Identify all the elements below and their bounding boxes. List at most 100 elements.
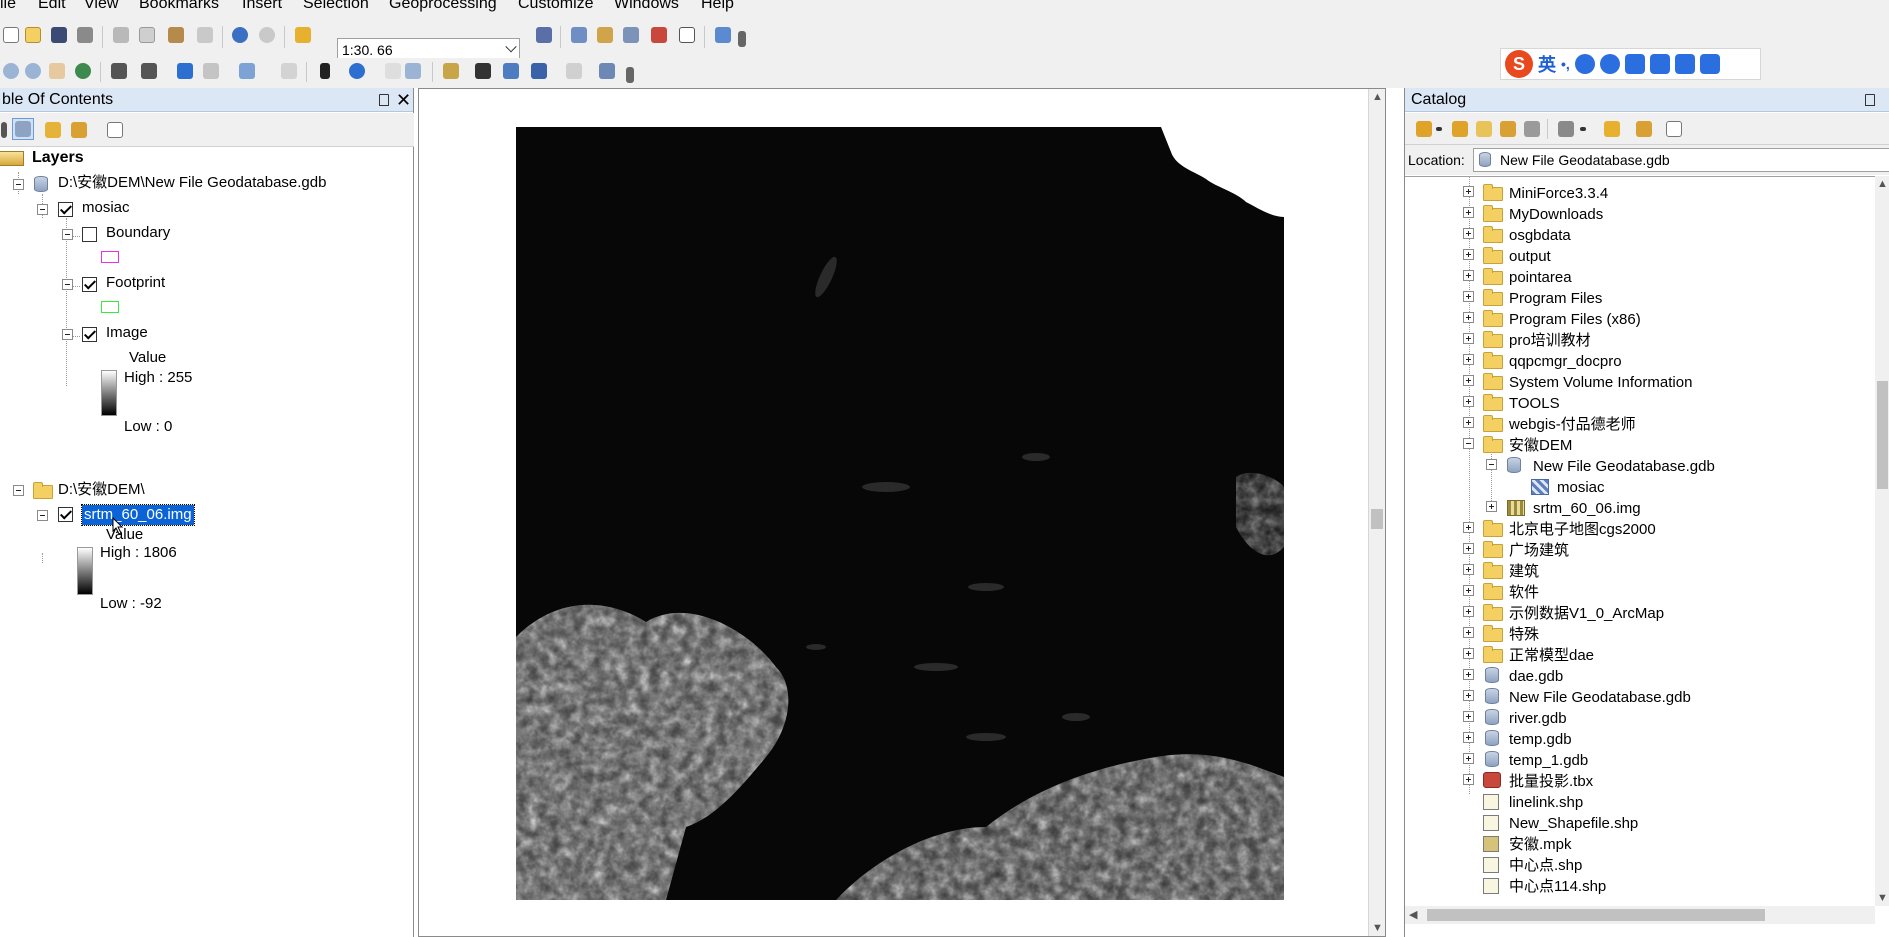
chevron-down-icon[interactable] (1433, 118, 1445, 140)
catalog-item[interactable]: 广场建筑 (1509, 540, 1569, 561)
expand-toggle[interactable] (1463, 585, 1474, 596)
list-by-order-icon[interactable] (0, 119, 8, 141)
boundary-symbol[interactable] (101, 251, 119, 263)
catalog-item[interactable]: 北京电子地图cgs2000 (1509, 519, 1656, 540)
map-vertical-scrollbar[interactable]: ▲ ▼ (1368, 89, 1385, 936)
scroll-down-icon[interactable]: ▼ (1877, 892, 1888, 904)
scroll-left-icon[interactable]: ◀ (1409, 908, 1417, 921)
html-popup-icon[interactable] (402, 60, 424, 82)
expand-toggle[interactable] (1463, 753, 1474, 764)
collapse-toggle[interactable] (1463, 438, 1474, 449)
expand-toggle[interactable] (1463, 669, 1474, 680)
list-by-source-icon[interactable] (12, 118, 34, 140)
catalog-item[interactable]: 建筑 (1509, 561, 1539, 582)
expand-toggle[interactable] (1463, 711, 1474, 722)
catalog-item[interactable]: webgis-付品德老师 (1509, 414, 1636, 435)
sublayer-footprint[interactable]: Footprint (106, 273, 165, 293)
collapse-toggle[interactable] (1486, 459, 1497, 470)
expand-toggle[interactable] (1463, 606, 1474, 617)
expand-toggle[interactable] (1463, 312, 1474, 323)
collapse-toggle[interactable] (62, 329, 73, 340)
emoji-icon[interactable] (1574, 54, 1595, 74)
collapse-toggle[interactable] (37, 204, 48, 215)
find-icon[interactable] (472, 60, 494, 82)
pan-icon[interactable] (46, 60, 68, 82)
editor-toolbar-icon[interactable] (533, 24, 555, 46)
print-icon[interactable] (74, 24, 96, 46)
catalog-item[interactable]: New File Geodatabase.gdb (1509, 687, 1691, 708)
catalog-item[interactable]: 正常模型dae (1509, 645, 1594, 666)
expand-toggle[interactable] (1463, 543, 1474, 554)
catalog-item[interactable]: qqpcmgr_docpro (1509, 351, 1622, 372)
menu-file[interactable]: ile (0, 0, 16, 13)
catalog-item[interactable]: 示例数据V1_0_ArcMap (1509, 603, 1664, 624)
clear-selection-icon[interactable] (278, 60, 300, 82)
close-icon[interactable]: ✕ (396, 89, 411, 111)
expand-toggle[interactable] (1463, 732, 1474, 743)
forward-arrow-icon[interactable] (1449, 118, 1471, 140)
expand-toggle[interactable] (1463, 333, 1474, 344)
forward-extent-icon[interactable] (200, 60, 222, 82)
back-extent-icon[interactable] (174, 60, 196, 82)
zoom-in-icon[interactable] (0, 60, 22, 82)
catalog-item[interactable]: srtm_60_06.img (1533, 498, 1641, 519)
layer-visibility-checkbox[interactable] (58, 507, 73, 522)
catalog-item[interactable]: pro培训教材 (1509, 330, 1591, 351)
back-arrow-icon[interactable] (1413, 118, 1435, 140)
expand-toggle[interactable] (1463, 186, 1474, 197)
catalog-item[interactable]: Program Files (1509, 288, 1602, 309)
catalog-item[interactable]: New File Geodatabase.gdb (1533, 456, 1715, 477)
catalog-item[interactable]: temp.gdb (1509, 729, 1572, 750)
catalog-item[interactable]: 软件 (1509, 582, 1539, 603)
expand-toggle[interactable] (1463, 690, 1474, 701)
catalog-item[interactable]: 中心点114.shp (1509, 876, 1606, 897)
catalog-item[interactable]: 中心点.shp (1509, 855, 1582, 876)
select-elements-icon[interactable] (314, 60, 336, 82)
catalog-item[interactable]: System Volume Information (1509, 372, 1692, 393)
cut-icon[interactable] (110, 24, 132, 46)
layer-visibility-checkbox[interactable] (58, 202, 73, 217)
collapse-toggle[interactable] (62, 229, 73, 240)
toolbar-options-icon-2[interactable] (624, 64, 636, 86)
options-icon[interactable] (1663, 118, 1685, 140)
model-builder-icon[interactable] (712, 24, 734, 46)
scroll-up-icon[interactable]: ▲ (1877, 178, 1888, 190)
hyperlink-icon[interactable] (382, 60, 404, 82)
catalog-vertical-scrollbar[interactable]: ▲ ▼ (1875, 176, 1889, 906)
expand-toggle[interactable] (1463, 270, 1474, 281)
collapse-toggle[interactable] (13, 485, 24, 496)
catalog-item[interactable]: linelink.shp (1509, 792, 1583, 813)
catalog-item[interactable]: 安徽.mpk (1509, 834, 1572, 855)
expand-toggle[interactable] (1463, 396, 1474, 407)
menu-edit[interactable]: Edit (38, 0, 66, 13)
sublayer-boundary[interactable]: Boundary (106, 223, 170, 243)
select-features-icon[interactable] (236, 60, 258, 82)
fixed-zoom-out-icon[interactable] (138, 60, 160, 82)
layer-mosiac[interactable]: mosiac (82, 198, 130, 218)
collapse-toggle[interactable] (62, 279, 73, 290)
catalog-item[interactable]: river.gdb (1509, 708, 1567, 729)
catalog-item[interactable]: 安徽DEM (1509, 435, 1572, 456)
expand-toggle[interactable] (1463, 375, 1474, 386)
sublayer-image[interactable]: Image (106, 323, 148, 343)
redo-icon[interactable] (256, 24, 278, 46)
options-icon[interactable] (104, 119, 126, 141)
sogou-logo-icon[interactable]: S (1505, 50, 1533, 78)
scroll-up-icon[interactable]: ▲ (1372, 91, 1383, 103)
catalog-item[interactable]: output (1509, 246, 1551, 267)
paste-icon[interactable] (165, 24, 187, 46)
menu-bookmarks[interactable]: Bookmarks (139, 0, 219, 13)
keyboard-icon[interactable] (1624, 54, 1645, 74)
expand-toggle[interactable] (1463, 648, 1474, 659)
view-toggle-icon[interactable] (1555, 118, 1577, 140)
measure-icon[interactable] (440, 60, 462, 82)
toc-source-folder[interactable]: D:\安徽DEM\ (58, 480, 145, 500)
chevron-down-icon[interactable] (505, 41, 517, 53)
user-icon[interactable] (1649, 54, 1670, 74)
catalog-item[interactable]: Program Files (x86) (1509, 309, 1641, 330)
search-window-icon[interactable] (620, 24, 642, 46)
undo-icon[interactable] (229, 24, 251, 46)
toolbar-options-icon[interactable] (736, 28, 748, 50)
connect-folder-icon[interactable] (1521, 118, 1543, 140)
catalog-item[interactable]: TOOLS (1509, 393, 1560, 414)
